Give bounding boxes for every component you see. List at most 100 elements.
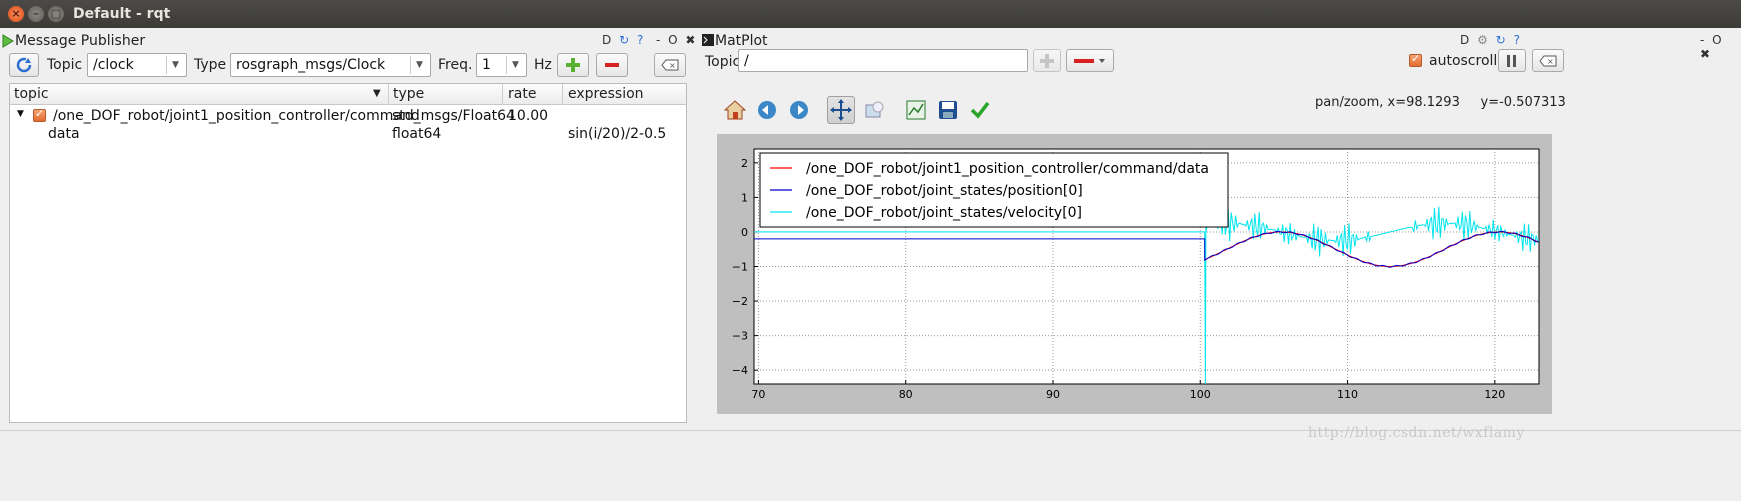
col-topic[interactable]: topic [14,86,49,102]
publisher-tree[interactable]: topic ▼ type rate expression ▼ /one_DOF_… [9,83,687,423]
y-tick-label: −1 [732,261,748,274]
pause-icon [1507,54,1516,67]
maximize-window-icon[interactable]: □ [48,6,64,22]
save-icon[interactable] [934,96,962,124]
col-divider [562,84,563,105]
enable-checkbox[interactable] [33,107,46,126]
pause-button[interactable] [1498,49,1526,72]
svg-text:×: × [669,61,676,70]
matplot-topic-input[interactable]: / [738,49,1028,72]
reload-icon[interactable]: ↻ [1496,33,1508,47]
pan-icon[interactable] [827,96,855,124]
row-rate[interactable]: 10.00 [508,108,548,124]
remove-publisher-button[interactable] [596,53,628,77]
help-icon[interactable]: ? [1514,33,1522,47]
close-pane-icon[interactable]: ✖ [1700,47,1712,61]
clear-icon: × [1539,55,1557,66]
publisher-dash-close[interactable]: - O ✖ [656,33,697,47]
y-tick-label: 0 [741,226,748,239]
row-expression[interactable]: sin(i/20)/2-0.5 [568,126,666,142]
terminal-icon [702,34,714,46]
y-tick-label: 1 [741,191,748,204]
dock-d-icon[interactable]: D [1460,33,1471,47]
matplot-topic-label: Topic [705,54,741,70]
topic-combo[interactable]: /clock ▼ [87,53,187,77]
minimize-float-icon[interactable]: - O [656,33,680,47]
subplots-icon[interactable] [902,96,930,124]
close-pane-icon[interactable]: ✖ [685,33,697,47]
type-combo-value: rosgraph_msgs/Clock [236,57,386,73]
publisher-header: Message Publisher D ↻ ? - O ✖ [0,30,700,52]
row-type: std_msgs/Float64 [392,108,515,124]
plus-icon [1040,53,1054,68]
autoscroll-label: autoscroll [1429,53,1498,69]
minimize-window-icon[interactable]: – [28,6,44,22]
chevron-down-icon: ▼ [410,56,428,74]
refresh-icon [16,57,32,73]
play-icon [2,34,14,48]
add-publisher-button[interactable] [557,53,589,77]
freq-label: Freq. [438,57,473,73]
clear-button[interactable]: × [654,53,686,77]
chevron-down-icon: ▼ [506,56,524,74]
topic-combo-value: /clock [93,57,134,73]
x-tick-label: 80 [899,388,913,401]
matplot-topic-value: / [744,53,749,69]
window-titlebar: × – □ Default - rqt [0,0,1741,28]
col-type[interactable]: type [393,86,424,102]
checkmark-icon[interactable] [966,96,994,124]
col-rate[interactable]: rate [508,86,536,102]
plot-canvas[interactable]: 70 80 90 100 110 120 2 1 0 −1 −2 −3 −4/one_DOF_robot… [717,134,1552,414]
col-divider [502,84,503,105]
type-combo[interactable]: rosgraph_msgs/Clock ▼ [230,53,431,77]
freq-value: 1 [482,57,491,73]
minus-dropdown-icon [1074,58,1105,63]
row-field: data [48,126,80,142]
legend-label: /one_DOF_robot/joint_states/velocity[0] [806,205,1082,221]
forward-icon[interactable] [785,96,813,124]
row-topic: /one_DOF_robot/joint1_position_controlle… [53,108,420,124]
close-window-icon[interactable]: × [8,6,24,22]
minimize-float-icon[interactable]: - O [1700,33,1724,47]
x-tick-label: 70 [751,388,765,401]
publisher-title: Message Publisher [15,33,146,49]
matplot-header-tools[interactable]: D ⚙ ↻ ? [1460,33,1522,47]
help-icon[interactable]: ? [637,33,645,47]
legend-label: /one_DOF_robot/joint_states/position[0] [806,183,1083,199]
cursor-coords: pan/zoom, x=98.1293 y=-0.507313 [1315,95,1566,110]
add-topic-button[interactable] [1033,49,1061,72]
y-tick-label: −4 [732,364,748,377]
hz-label: Hz [534,57,552,73]
gear-icon[interactable]: ⚙ [1477,33,1490,47]
line-chart[interactable]: 70 80 90 100 110 120 2 1 0 −1 −2 −3 −4/one_DOF_robot… [717,134,1552,414]
minus-icon [605,63,619,67]
y-tick-label: 2 [741,157,748,170]
back-icon[interactable] [753,96,781,124]
home-icon[interactable] [721,96,749,124]
legend-label: /one_DOF_robot/joint1_position_controlle… [806,161,1209,177]
autoscroll-checkbox[interactable] [1409,52,1422,71]
remove-topic-button[interactable] [1066,49,1114,72]
expand-arrow-icon[interactable]: ▼ [17,109,24,119]
publisher-header-tools[interactable]: D ↻ ? [602,33,645,47]
dock-d-icon[interactable]: D [602,33,613,47]
refresh-button[interactable] [9,53,39,77]
clear-plot-button[interactable]: × [1532,49,1564,72]
matplot-dash-close[interactable]: - O ✖ [1700,33,1741,61]
col-divider [388,84,389,105]
col-expression[interactable]: expression [568,86,644,102]
sort-down-icon[interactable]: ▼ [373,88,381,99]
clear-icon: × [661,59,679,71]
x-tick-label: 120 [1484,388,1505,401]
reload-icon[interactable]: ↻ [619,33,631,47]
zoom-icon[interactable] [860,96,888,124]
type-label: Type [194,57,227,73]
row-type: float64 [392,126,442,142]
window-title: Default - rqt [73,6,171,22]
watermark: http://blog.csdn.net/wxflamy [1308,425,1525,441]
chevron-down-icon: ▼ [166,56,184,74]
svg-text:×: × [1547,57,1554,66]
tree-header: topic ▼ type rate expression [10,84,686,105]
topic-label: Topic [47,57,83,73]
freq-spinbox[interactable]: 1 ▼ [476,53,527,77]
